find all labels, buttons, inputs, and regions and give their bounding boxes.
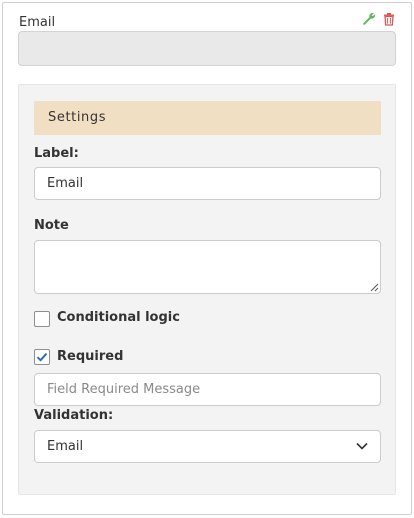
email-preview-input[interactable] bbox=[18, 31, 396, 66]
conditional-logic-label: Conditional logic bbox=[57, 310, 180, 325]
checkmark-icon bbox=[36, 352, 48, 362]
settings-panel: Settings Label: Email Note Conditional l… bbox=[18, 84, 396, 495]
label-field-label: Label: bbox=[34, 146, 79, 161]
form-field-card: Email Settings Label: Email Note Conditi… bbox=[2, 2, 412, 515]
note-textarea[interactable] bbox=[34, 240, 381, 294]
note-field-label: Note bbox=[34, 218, 69, 233]
validation-select[interactable]: Email bbox=[34, 430, 381, 463]
chevron-down-icon bbox=[356, 442, 368, 450]
field-tools bbox=[362, 11, 396, 26]
settings-header: Settings bbox=[34, 101, 381, 135]
validation-label: Validation: bbox=[34, 408, 114, 423]
trash-icon[interactable] bbox=[382, 11, 396, 26]
resize-grip-icon[interactable] bbox=[369, 282, 379, 292]
field-label: Email bbox=[19, 15, 56, 30]
required-label: Required bbox=[57, 349, 124, 364]
required-checkbox[interactable] bbox=[34, 349, 50, 365]
wrench-icon[interactable] bbox=[362, 11, 376, 25]
validation-selected-value: Email bbox=[47, 439, 84, 454]
conditional-logic-checkbox[interactable] bbox=[34, 311, 50, 327]
required-message-input[interactable]: Field Required Message bbox=[34, 373, 381, 406]
label-input[interactable]: Email bbox=[34, 167, 381, 200]
